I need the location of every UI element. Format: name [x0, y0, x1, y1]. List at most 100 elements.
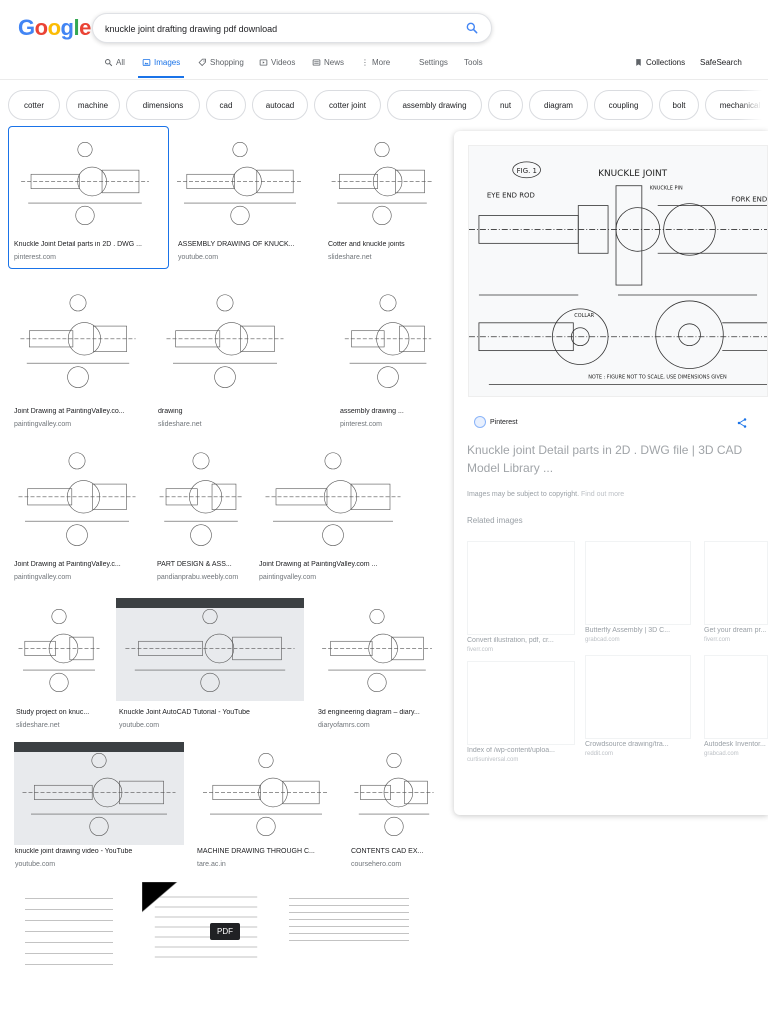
result-source: paintingvalley.com: [259, 574, 317, 581]
result-title[interactable]: Joint Drawing at PaintingValley.com ...: [259, 561, 377, 568]
related-source: fiverr.com: [467, 647, 494, 653]
chip-autocad[interactable]: autocad: [252, 90, 308, 120]
preview-image[interactable]: FIG. 1 KNUCKLE JOINT EYE END ROD KNUCKLE…: [468, 145, 768, 397]
tab-label: Collections: [646, 58, 686, 67]
related-title[interactable]: Convert illustration, pdf, cr...: [467, 637, 554, 644]
related-thumbnail[interactable]: [467, 661, 575, 745]
result-source: youtube.com: [178, 254, 219, 261]
result-source: slideshare.net: [16, 722, 60, 729]
result-thumbnail[interactable]: [14, 282, 142, 398]
related-thumbnail[interactable]: [585, 655, 691, 739]
result-thumbnail[interactable]: [196, 742, 336, 845]
result-thumbnail[interactable]: [155, 440, 247, 556]
tab-all[interactable]: All: [104, 58, 125, 67]
result-source: pinterest.com: [340, 421, 383, 428]
related-title[interactable]: Get your dream pr...: [704, 627, 766, 634]
chip-nut[interactable]: nut: [488, 90, 523, 120]
chip-coupling[interactable]: coupling: [594, 90, 653, 120]
related-thumbnail[interactable]: [585, 541, 691, 625]
drawing-heading: KNUCKLE JOINT: [598, 169, 668, 179]
collections-link[interactable]: Collections: [634, 58, 685, 67]
result-title[interactable]: CONTENTS CAD EX...: [351, 848, 423, 855]
result-thumbnail[interactable]: [326, 131, 438, 234]
preview-source[interactable]: Pinterest: [474, 416, 518, 428]
result-thumbnail[interactable]: [14, 742, 184, 845]
related-title[interactable]: Index of /wp-content/uploa...: [467, 747, 555, 754]
result-title[interactable]: drawing: [158, 408, 183, 415]
tab-news[interactable]: News: [312, 58, 344, 67]
result-source: slideshare.net: [158, 421, 202, 428]
chip-bolt[interactable]: bolt: [659, 90, 699, 120]
search-input[interactable]: [105, 21, 445, 37]
chip-cotter-joint[interactable]: cotter joint: [314, 90, 381, 120]
chip-dimensions[interactable]: dimensions: [126, 90, 200, 120]
pdf-badge: PDF: [210, 923, 240, 940]
result-source: youtube.com: [119, 722, 160, 729]
tab-tools[interactable]: Tools: [464, 58, 483, 67]
result-title[interactable]: MACHINE DRAWING THROUGH C...: [197, 848, 315, 855]
document-thumbnail: [25, 898, 113, 965]
search-box[interactable]: [92, 13, 492, 43]
tab-settings[interactable]: Settings: [419, 58, 448, 67]
safesearch-link[interactable]: SafeSearch: [700, 58, 742, 67]
result-thumbnail[interactable]: [350, 742, 438, 845]
result-title[interactable]: Cotter and knuckle joints: [328, 241, 405, 248]
result-thumbnail[interactable]: [142, 882, 270, 982]
related-title[interactable]: Crowdsource drawing/tra...: [585, 741, 669, 748]
related-thumbnail[interactable]: [704, 541, 768, 625]
search-icon[interactable]: [465, 21, 479, 35]
result-source: youtube.com: [15, 861, 56, 868]
document-thumbnail: [142, 882, 258, 958]
logo-letter: g: [60, 15, 74, 40]
technical-drawing: [354, 753, 434, 837]
chip-cad[interactable]: cad: [206, 90, 246, 120]
google-logo[interactable]: Google: [18, 15, 91, 41]
tab-more[interactable]: ⋮ More: [361, 58, 390, 67]
related-source: curtisuniversal.com: [467, 757, 519, 763]
find-out-more-link[interactable]: Find out more: [581, 491, 624, 498]
result-title[interactable]: PART DESIGN & ASS...: [157, 561, 232, 568]
related-title[interactable]: Butterfly Assembly | 3D C...: [585, 627, 670, 634]
related-title[interactable]: Autodesk Inventor...: [704, 741, 766, 748]
result-title[interactable]: Study project on knuc...: [16, 709, 89, 716]
pinterest-icon: [474, 416, 486, 428]
related-thumbnail[interactable]: [704, 655, 768, 739]
tab-images[interactable]: Images: [142, 58, 180, 67]
preview-title[interactable]: Knuckle joint Detail parts in 2D . DWG f…: [467, 441, 767, 477]
result-thumbnail[interactable]: [340, 282, 436, 398]
technical-drawing: [203, 753, 329, 837]
logo-letter: o: [47, 15, 61, 40]
result-thumbnail[interactable]: [258, 440, 408, 556]
tab-videos[interactable]: Videos: [259, 58, 295, 67]
technical-drawing: [331, 142, 433, 226]
preview-source-label: Pinterest: [490, 418, 518, 426]
technical-drawing: [116, 598, 304, 701]
result-title[interactable]: Joint Drawing at PaintingValley.c...: [14, 561, 121, 568]
result-thumbnail[interactable]: [170, 131, 310, 234]
chip-assembly-drawing[interactable]: assembly drawing: [387, 90, 482, 120]
copyright-notice: Images may be subject to copyright. Find…: [467, 491, 624, 498]
share-icon[interactable]: [736, 417, 748, 429]
chip-machine[interactable]: machine: [66, 90, 120, 120]
tab-shopping[interactable]: Shopping: [198, 58, 244, 67]
result-thumbnail[interactable]: [160, 282, 290, 398]
result-title[interactable]: Joint Drawing at PaintingValley.co...: [14, 408, 125, 415]
result-thumbnail[interactable]: [274, 888, 424, 958]
result-thumbnail[interactable]: [14, 598, 104, 701]
image-icon: [142, 59, 151, 66]
result-thumbnail[interactable]: [12, 440, 142, 556]
result-title[interactable]: assembly drawing ...: [340, 408, 404, 415]
chip-cotter[interactable]: cotter: [8, 90, 60, 120]
tab-label: All: [116, 58, 125, 67]
result-thumbnail[interactable]: [116, 598, 304, 701]
result-source: slideshare.net: [328, 254, 372, 261]
chip-diagram[interactable]: diagram: [529, 90, 588, 120]
result-title[interactable]: ASSEMBLY DRAWING OF KNUCK...: [178, 241, 295, 248]
result-thumbnail[interactable]: [14, 882, 124, 992]
result-thumbnail[interactable]: [316, 598, 438, 701]
drawing-note: NOTE : FIGURE NOT TO SCALE, USE DIMENSIO…: [588, 374, 727, 380]
result-title[interactable]: Knuckle Joint AutoCAD Tutorial - YouTube: [119, 709, 250, 716]
result-title[interactable]: knuckle joint drawing video - YouTube: [15, 848, 132, 855]
related-thumbnail[interactable]: [467, 541, 575, 635]
result-title[interactable]: 3d engineering diagram – diary...: [318, 709, 420, 716]
